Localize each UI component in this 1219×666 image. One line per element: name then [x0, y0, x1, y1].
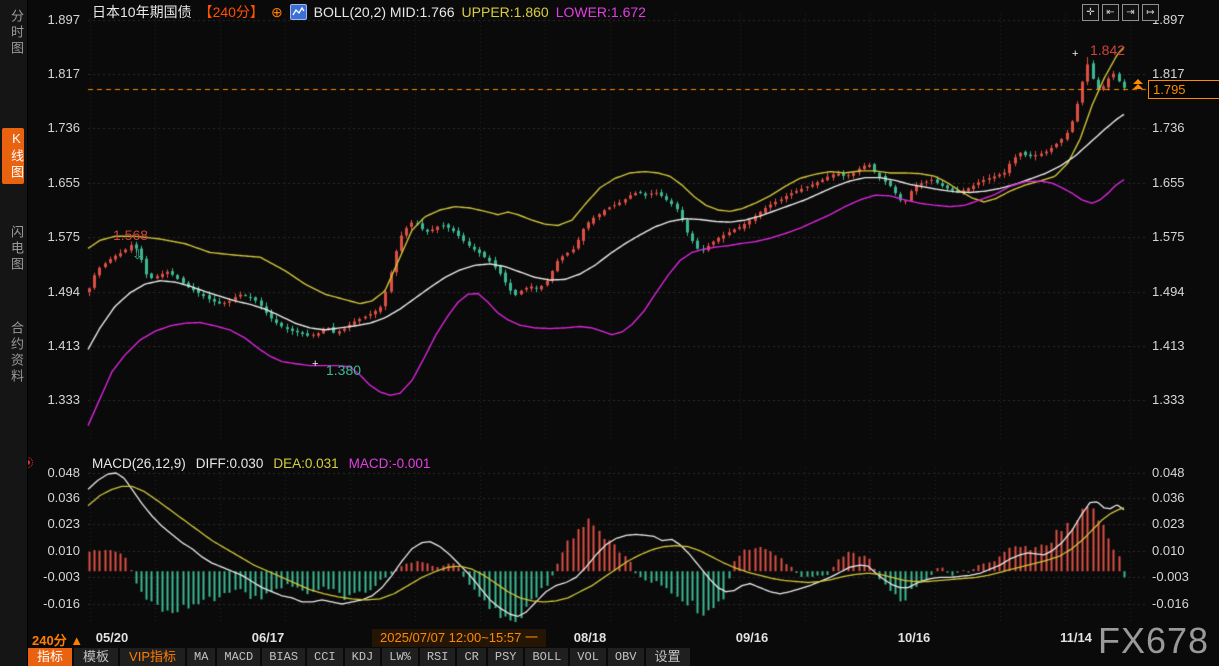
- last-price-tag: 1.795: [1148, 80, 1219, 99]
- axis-label: 1.655: [1152, 176, 1185, 190]
- toolbar-item-MACD[interactable]: MACD: [217, 648, 260, 666]
- toolbar-item-指标[interactable]: 指标: [28, 648, 72, 666]
- axis-label: 0.036: [28, 491, 80, 505]
- axis-label: 0.023: [1152, 517, 1185, 531]
- boll-mid-label: BOLL(20,2) MID:1.766: [314, 4, 455, 20]
- axis-label: 0.010: [28, 544, 80, 558]
- axis-label: -0.016: [1152, 597, 1189, 611]
- axis-label: 1.413: [28, 339, 80, 353]
- chart-canvas[interactable]: [0, 0, 1219, 666]
- annotation-low: 1.380: [326, 362, 361, 378]
- indicator-toolbar: 指标模板VIP指标MAMACDBIASCCIKDJLW%RSICRPSYBOLL…: [28, 648, 690, 666]
- macd-header: MACD(26,12,9) DIFF:0.030 DEA:0.031 MACD:…: [92, 456, 430, 471]
- sidebar-tab-time-chart[interactable]: 分时图: [2, 6, 24, 60]
- sidebar-tab-contract-info[interactable]: 合约资料: [2, 318, 24, 388]
- axis-label: 1.494: [1152, 285, 1185, 299]
- axis-label: 1.736: [1152, 121, 1185, 135]
- toolbar-item-RSI[interactable]: RSI: [420, 648, 456, 666]
- axis-label: 1.655: [28, 176, 80, 190]
- annotation-early-high: 1.568: [113, 227, 148, 243]
- axis-label: 0.010: [1152, 544, 1185, 558]
- axis-label: 1.736: [28, 121, 80, 135]
- axis-label: 1.817: [1152, 67, 1185, 81]
- sidebar: 分时图 K线图 闪电图 合约资料: [0, 0, 28, 666]
- toolbar-item-BOLL[interactable]: BOLL: [525, 648, 568, 666]
- indicator-topbar: 日本10年期国债 【240分】 ⊕ BOLL(20,2) MID:1.766 U…: [92, 3, 646, 21]
- axis-label: 1.817: [28, 67, 80, 81]
- symbol-title: 日本10年期国债: [92, 2, 192, 22]
- toolbar-item-LW%[interactable]: LW%: [382, 648, 418, 666]
- toolbar-item-MA[interactable]: MA: [187, 648, 215, 666]
- axis-label: 0.048: [1152, 466, 1185, 480]
- fx678-watermark: FX678: [1098, 620, 1209, 662]
- low-marker-icon: +: [312, 358, 318, 370]
- toolbar-item-OBV[interactable]: OBV: [608, 648, 644, 666]
- annotation-late-high: 1.842: [1090, 42, 1125, 58]
- macd-dea: DEA:0.031: [273, 456, 338, 471]
- date-tick-label: 05/20: [96, 630, 129, 645]
- toolbar-item-VOL[interactable]: VOL: [570, 648, 606, 666]
- sidebar-tab-flash-chart[interactable]: 闪电图: [2, 222, 24, 276]
- axis-label: 1.413: [1152, 339, 1185, 353]
- boll-upper-label: UPPER:1.860: [462, 4, 549, 20]
- add-indicator-icon[interactable]: ⊕: [271, 4, 283, 21]
- hovered-bar-time-label: 2025/07/07 12:00~15:57 一: [372, 629, 546, 647]
- macd-value: MACD:-0.001: [349, 456, 431, 471]
- macd-name: MACD(26,12,9): [92, 456, 186, 471]
- high-marker-icon: +: [1072, 48, 1078, 60]
- period-tag[interactable]: 【240分】: [199, 2, 264, 22]
- axis-label: 0.048: [28, 466, 80, 480]
- axis-label: 0.036: [1152, 491, 1185, 505]
- period-selector[interactable]: 240分 ▲: [32, 630, 83, 649]
- jump-to-end-icon[interactable]: ↦: [1142, 4, 1159, 21]
- axis-label: -0.016: [28, 597, 80, 611]
- time-axis: 240分 ▲ 05/20 06/17 08/18 09/16 10/16 11/14 20…: [28, 629, 1219, 648]
- toolbar-item-KDJ[interactable]: KDJ: [345, 648, 381, 666]
- toolbar-item-模板[interactable]: 模板: [74, 648, 118, 666]
- sidebar-tab-kline-chart[interactable]: K线图: [2, 128, 24, 184]
- indicator-chart-icon[interactable]: [290, 4, 307, 20]
- sell-signal-arrow-icon: ⇩: [132, 247, 143, 263]
- boll-lower-label: LOWER:1.672: [556, 4, 646, 20]
- axis-label: 1.897: [28, 13, 80, 27]
- pan-tool-icon[interactable]: ✛: [1082, 4, 1099, 21]
- axis-label: -0.003: [28, 570, 80, 584]
- axis-label: -0.003: [1152, 570, 1189, 584]
- date-tick-label: 10/16: [898, 630, 931, 645]
- toolbar-item-设置[interactable]: 设置: [646, 648, 690, 666]
- axis-label: 1.494: [28, 285, 80, 299]
- macd-diff: DIFF:0.030: [196, 456, 264, 471]
- axis-label: 1.333: [1152, 393, 1185, 407]
- chart-tool-buttons: ✛⇤⇥↦: [1082, 4, 1159, 21]
- zoom-out-icon[interactable]: ⇤: [1102, 4, 1119, 21]
- axis-label: 1.333: [28, 393, 80, 407]
- chart-app: 分时图 K线图 闪电图 合约资料 日本10年期国债 【240分】 ⊕ BOLL(…: [0, 0, 1219, 666]
- axis-label: 0.023: [28, 517, 80, 531]
- date-tick-label: 08/18: [574, 630, 607, 645]
- toolbar-item-CCI[interactable]: CCI: [307, 648, 343, 666]
- zoom-in-icon[interactable]: ⇥: [1122, 4, 1139, 21]
- toolbar-item-VIP指标[interactable]: VIP指标: [120, 648, 185, 666]
- toolbar-item-PSY[interactable]: PSY: [488, 648, 524, 666]
- toolbar-item-CR[interactable]: CR: [457, 648, 485, 666]
- axis-label: 1.575: [1152, 230, 1185, 244]
- axis-label: 1.575: [28, 230, 80, 244]
- date-tick-label: 09/16: [736, 630, 769, 645]
- toolbar-item-BIAS[interactable]: BIAS: [262, 648, 305, 666]
- date-tick-label: 06/17: [252, 630, 285, 645]
- date-tick-label: 11/14: [1060, 630, 1092, 645]
